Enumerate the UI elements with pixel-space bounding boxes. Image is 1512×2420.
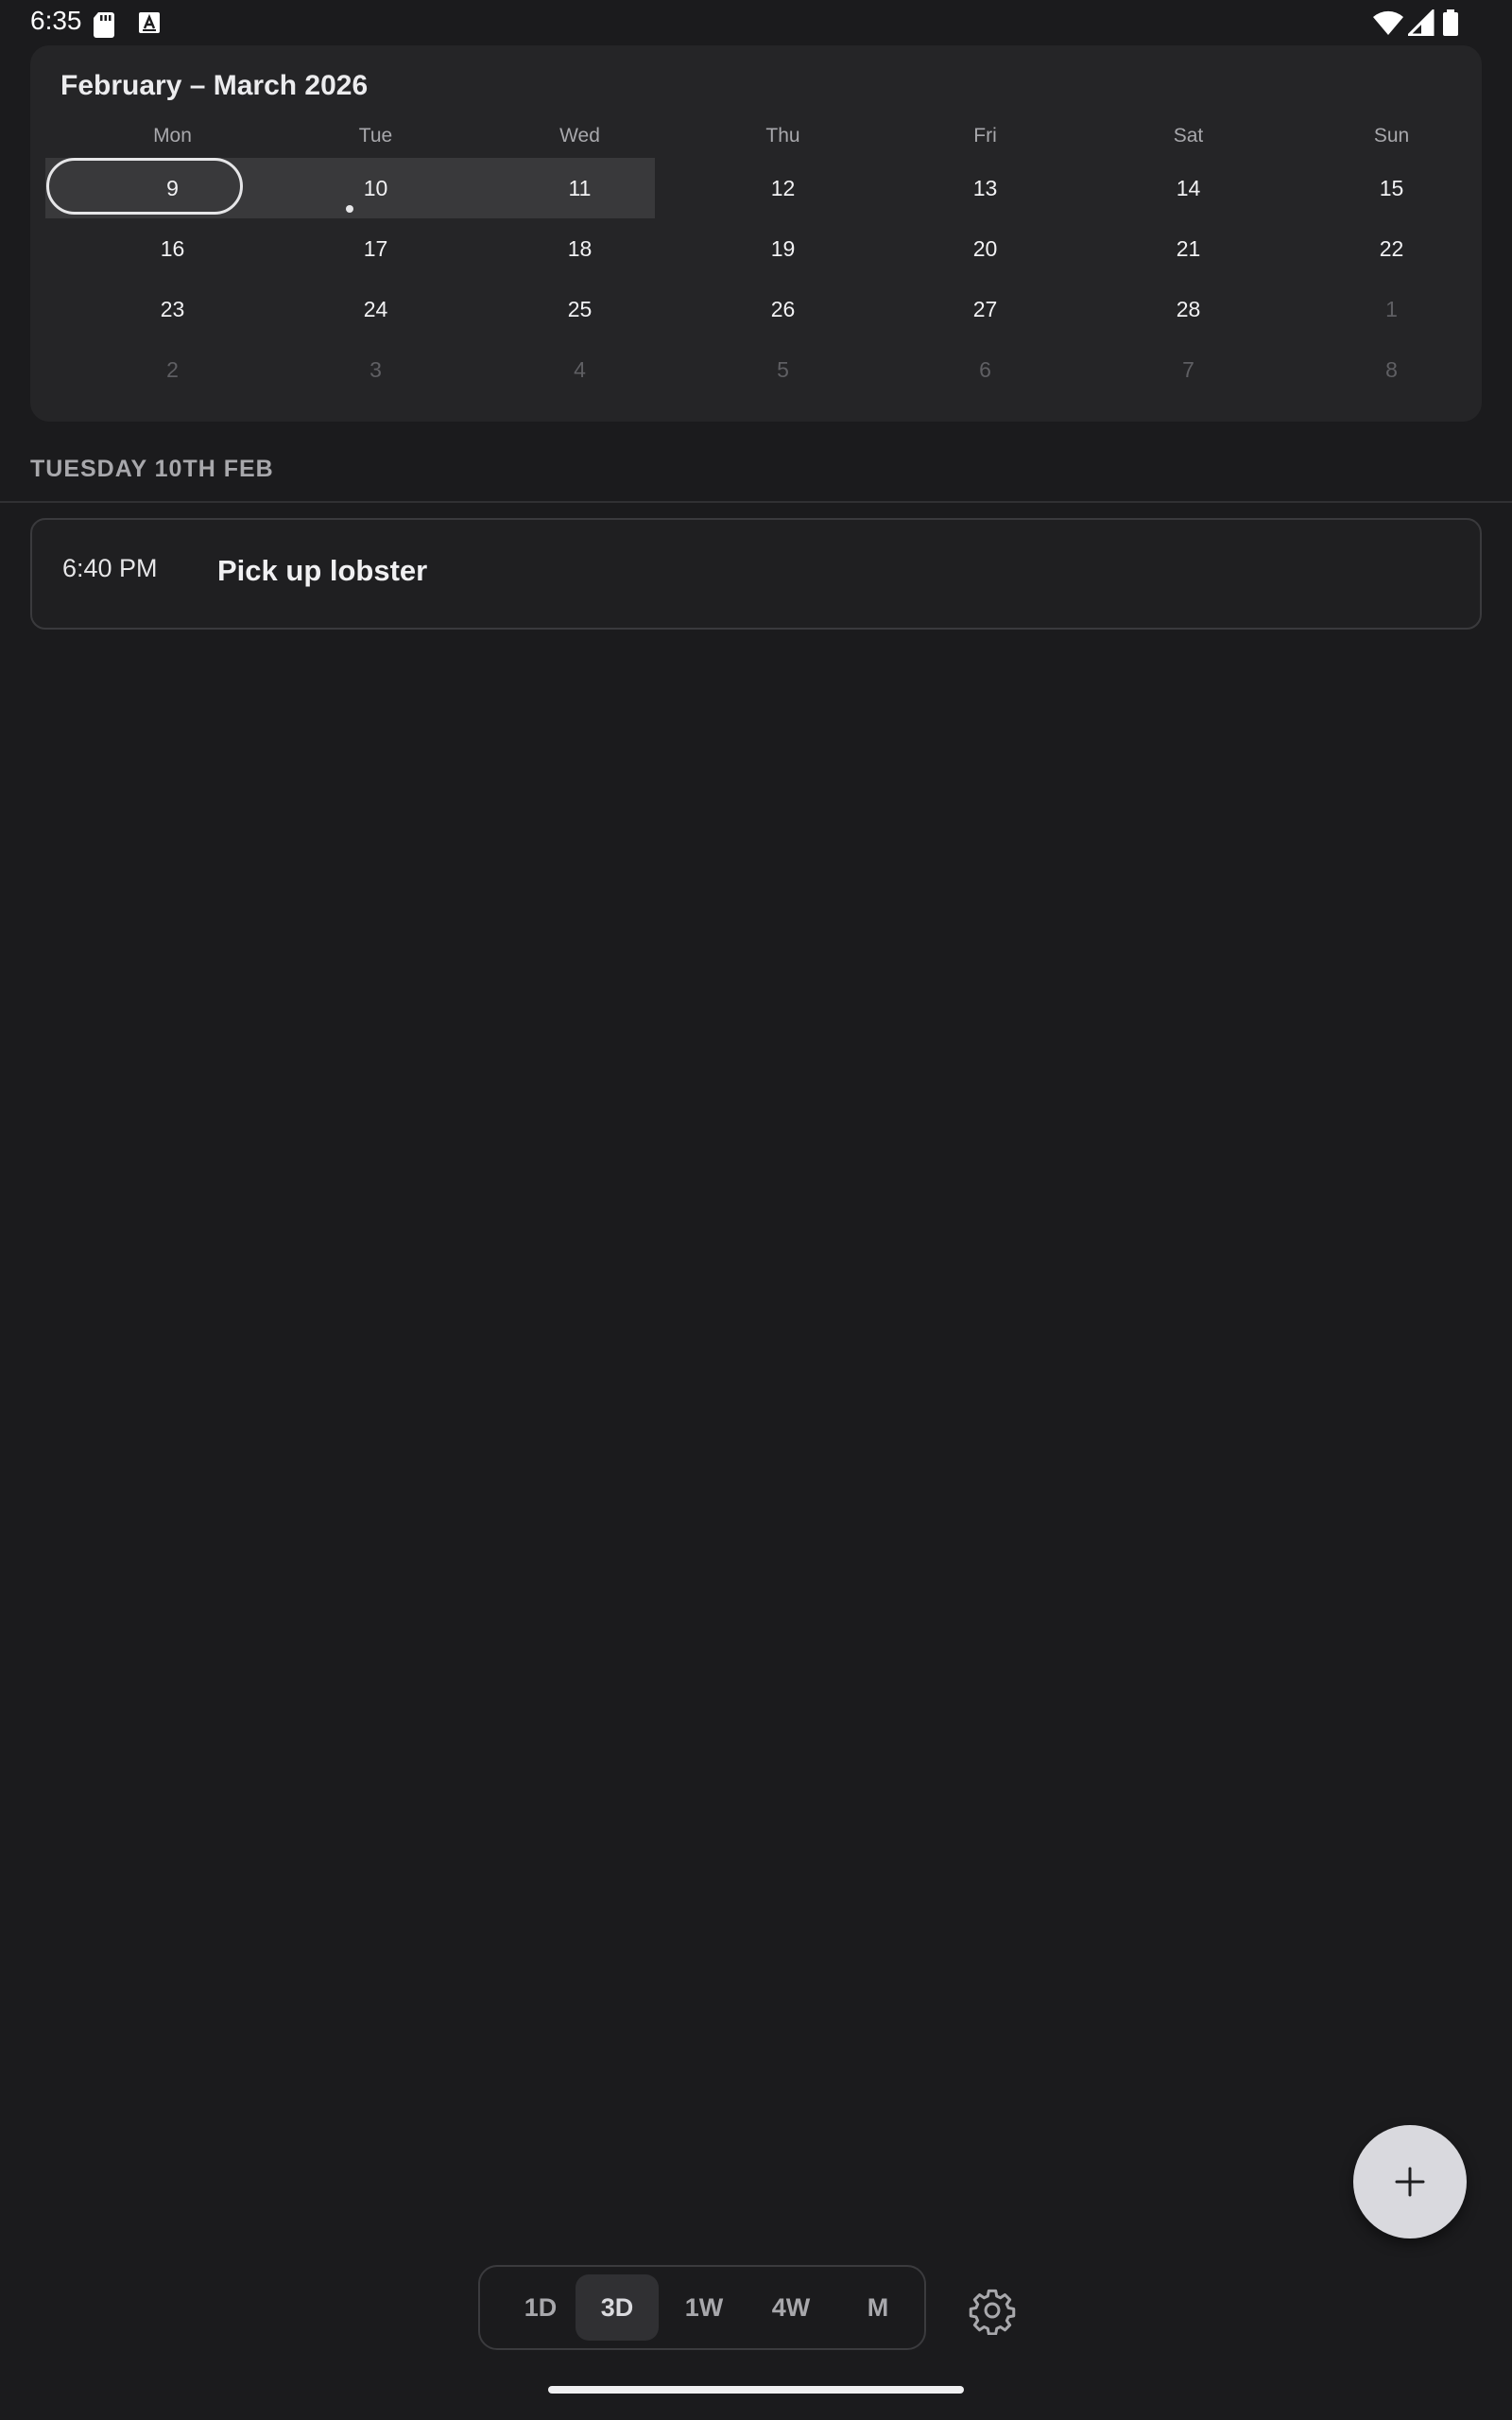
calendar-day[interactable]: 11: [478, 158, 681, 218]
view-mode-switcher: 1D 3D 1W 4W M: [478, 2265, 926, 2350]
status-bar: 6:35: [0, 0, 1512, 45]
calendar-day[interactable]: 21: [1087, 218, 1290, 279]
weekday-thu: Thu: [765, 125, 800, 147]
calendar-day-other-month[interactable]: 2: [71, 339, 274, 400]
weekday-sun: Sun: [1373, 125, 1410, 147]
status-time: 6:35: [30, 6, 82, 35]
divider: [0, 501, 1512, 503]
calendar-day-other-month[interactable]: 8: [1290, 339, 1493, 400]
calendar-day-other-month[interactable]: 3: [274, 339, 477, 400]
event-time: 6:40 PM: [62, 554, 158, 582]
calendar-day[interactable]: 20: [884, 218, 1087, 279]
calendar-day[interactable]: 18: [478, 218, 681, 279]
gear-icon: [968, 2289, 1017, 2339]
add-event-button[interactable]: [1353, 2125, 1467, 2238]
calendar-day[interactable]: 24: [274, 279, 477, 339]
view-option-1w[interactable]: 1W: [662, 2274, 746, 2341]
calendar-day[interactable]: 9: [71, 158, 274, 218]
month-calendar: February – March 2026 Mon Tue Wed Thu Fr…: [30, 45, 1482, 422]
plus-icon: [1394, 2166, 1426, 2203]
calendar-day-other-month[interactable]: 6: [884, 339, 1087, 400]
calendar-day[interactable]: 19: [681, 218, 885, 279]
calendar-day-other-month[interactable]: 5: [681, 339, 885, 400]
settings-button[interactable]: [968, 2286, 1017, 2336]
weekday-mon: Mon: [153, 125, 192, 147]
home-indicator[interactable]: [548, 2386, 964, 2394]
event-title: Pick up lobster: [217, 554, 428, 587]
calendar-day[interactable]: 27: [884, 279, 1087, 339]
calendar-day[interactable]: 23: [71, 279, 274, 339]
calendar-day[interactable]: 13: [884, 158, 1087, 218]
calendar-day[interactable]: 16: [71, 218, 274, 279]
keyboard-a-icon: [138, 11, 161, 39]
battery-icon: [1442, 9, 1459, 41]
calendar-day[interactable]: 17: [274, 218, 477, 279]
view-option-4w[interactable]: 4W: [749, 2274, 833, 2341]
calendar-day[interactable]: 12: [681, 158, 885, 218]
event-item[interactable]: 6:40 PM Pick up lobster: [30, 518, 1482, 630]
wifi-icon: [1372, 9, 1404, 41]
view-option-1d[interactable]: 1D: [499, 2274, 582, 2341]
sd-card-icon: [93, 11, 115, 43]
weekday-fri: Fri: [973, 125, 997, 147]
event-indicator-dot: [346, 205, 353, 213]
calendar-day[interactable]: 15: [1290, 158, 1493, 218]
calendar-title[interactable]: February – March 2026: [60, 70, 368, 102]
weekday-tue: Tue: [358, 125, 393, 147]
calendar-day-other-month[interactable]: 1: [1290, 279, 1493, 339]
calendar-day[interactable]: 22: [1290, 218, 1493, 279]
weekday-sat: Sat: [1173, 125, 1204, 147]
view-option-3d[interactable]: 3D: [576, 2274, 659, 2341]
calendar-day[interactable]: 14: [1087, 158, 1290, 218]
calendar-day[interactable]: 25: [478, 279, 681, 339]
view-option-m[interactable]: M: [836, 2274, 919, 2341]
agenda-date-header: TUESDAY 10TH FEB: [30, 456, 274, 482]
weekday-wed: Wed: [559, 125, 600, 147]
calendar-day[interactable]: 26: [681, 279, 885, 339]
calendar-day[interactable]: 28: [1087, 279, 1290, 339]
calendar-day-other-month[interactable]: 7: [1087, 339, 1290, 400]
calendar-day[interactable]: 10: [274, 158, 477, 218]
cell-signal-icon: [1405, 8, 1435, 41]
calendar-day-other-month[interactable]: 4: [478, 339, 681, 400]
